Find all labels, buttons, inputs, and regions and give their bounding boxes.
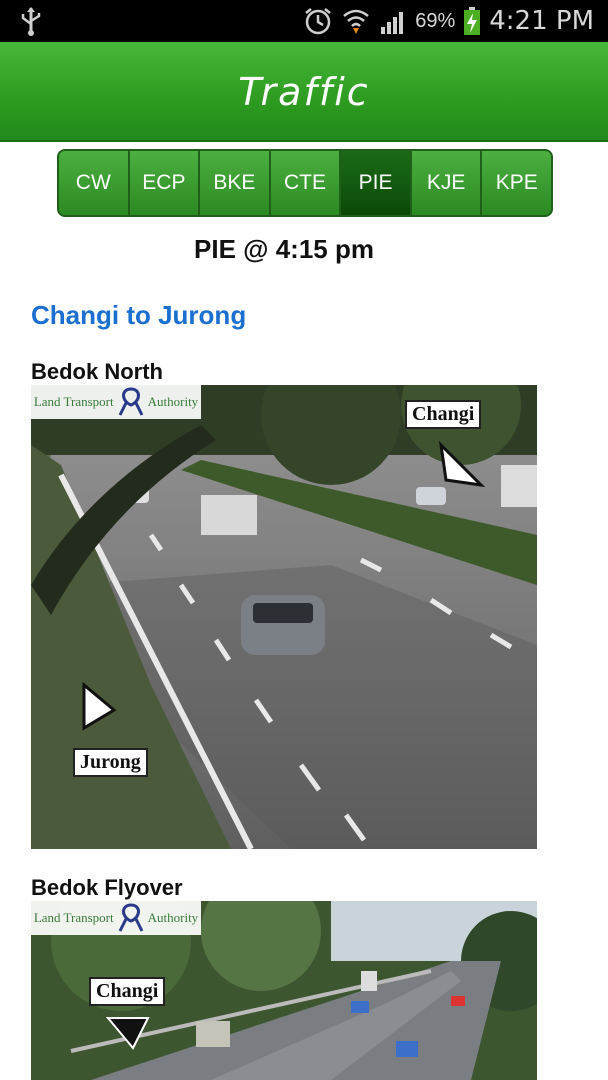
lta-ribbon-icon [118,903,143,932]
lta-ribbon-icon [118,387,143,416]
tab-ecp[interactable]: ECP [129,151,201,215]
camera-image[interactable]: Land Transport Authority Changi Jurong [31,385,537,849]
arrow-icon [82,681,117,731]
update-headline: PIE @ 4:15 pm [194,234,374,264]
lta-logo: Land Transport Authority [31,385,201,419]
status-icons: 69% 4:21 PM [303,0,594,42]
lta-logo: Land Transport Authority [31,901,201,935]
usb-icon [21,7,41,36]
tab-bke[interactable]: BKE [200,151,271,215]
tab-pie[interactable]: PIE [341,151,412,215]
arrow-icon [105,1017,150,1050]
clock: 4:21 PM [489,6,594,36]
tab-kpe[interactable]: KPE [482,151,551,215]
direction-sign-changi: Changi [405,400,482,429]
tab-cw[interactable]: CW [59,151,130,215]
battery-percent: 69% [415,9,456,32]
app-bar: Traffic [0,42,608,142]
alarm-icon [305,8,331,35]
camera-label: Bedok Flyover [31,875,183,900]
app-title: Traffic [238,70,370,114]
camera-label: Bedok North [31,359,163,384]
battery-charging-icon [464,7,481,35]
direction-sign-changi: Changi [89,977,166,1006]
camera-image[interactable]: Land Transport Authority Changi [31,901,537,1080]
wifi-icon [343,9,370,34]
direction-title[interactable]: Changi to Jurong [31,300,246,331]
status-bar: 69% 4:21 PM [0,0,608,42]
signal-icon [381,12,404,34]
expressway-tabs: CW ECP BKE CTE PIE KJE KPE [57,149,553,217]
direction-sign-jurong: Jurong [73,748,148,777]
tab-kje[interactable]: KJE [411,151,483,215]
tab-cte[interactable]: CTE [270,151,342,215]
arrow-icon [438,440,486,488]
